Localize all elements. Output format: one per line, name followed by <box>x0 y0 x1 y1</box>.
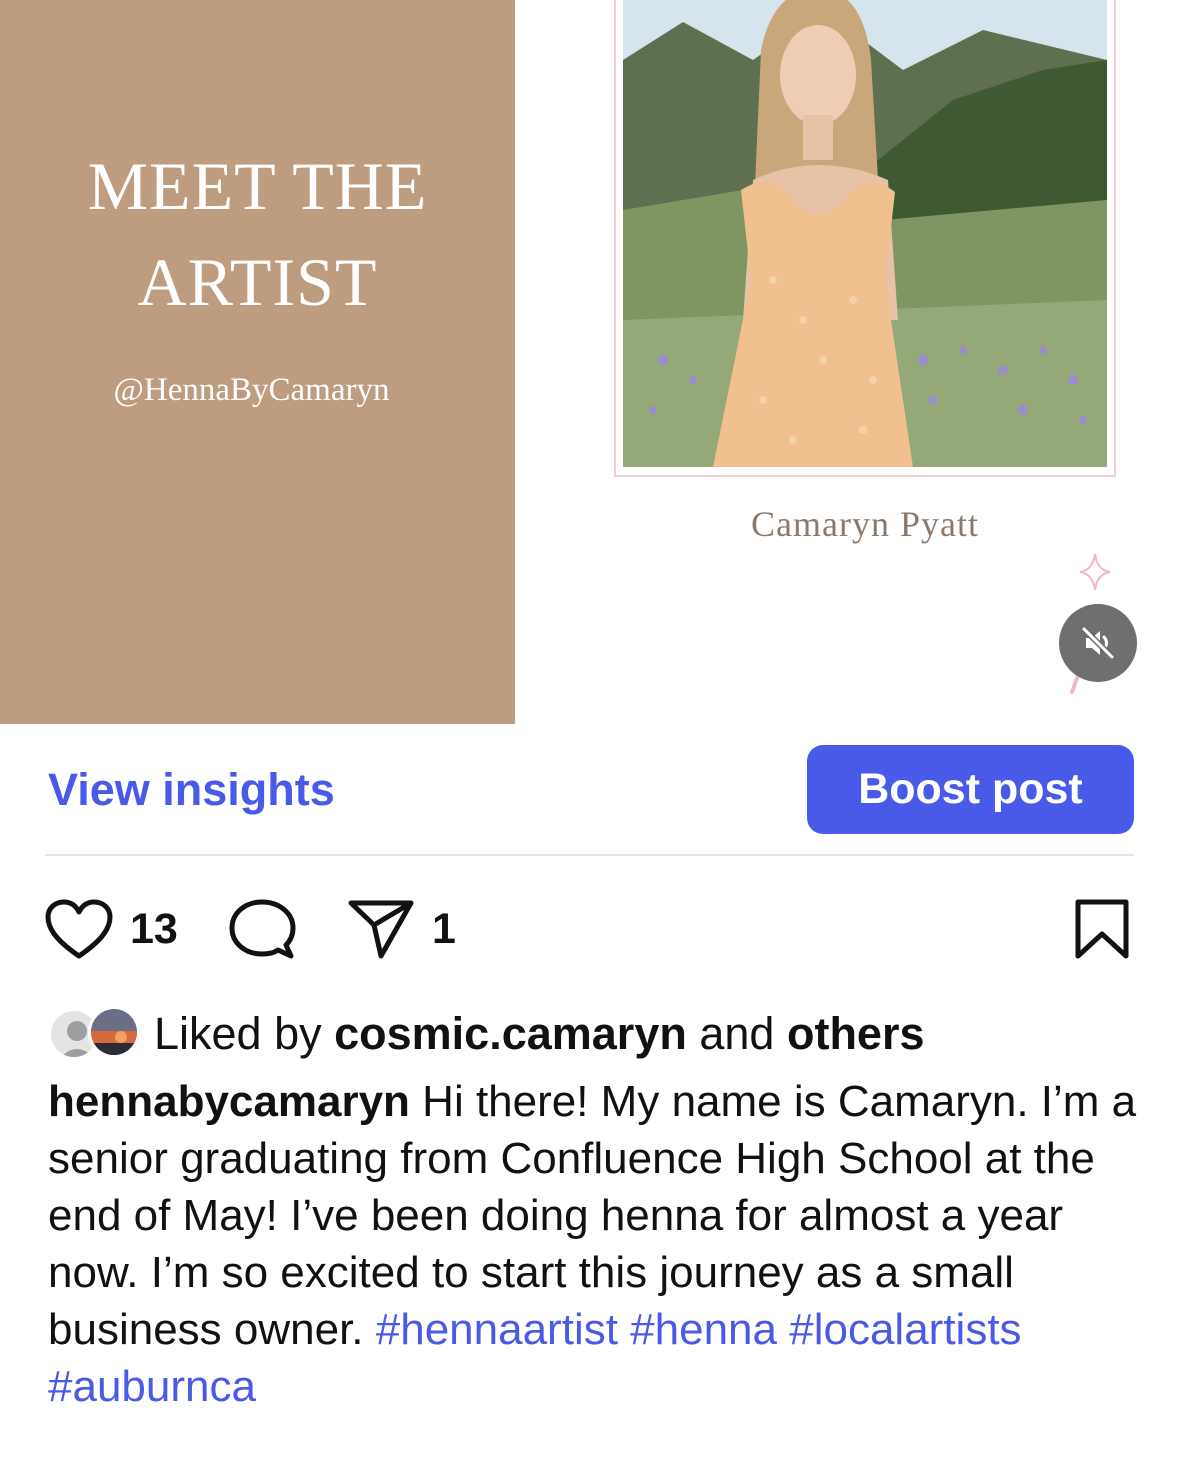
post-media[interactable]: MEET THE ARTIST @HennaByCamaryn Camaryn … <box>0 0 1179 724</box>
liked-by-username[interactable]: cosmic.camaryn <box>334 1008 687 1059</box>
post-caption: hennabycamaryn Hi there! My name is Cama… <box>48 1073 1148 1415</box>
meet-the-artist-title: MEET THE ARTIST <box>0 138 515 330</box>
like-count[interactable]: 13 <box>130 905 178 954</box>
liked-by-and: and <box>699 1008 775 1059</box>
hashtag[interactable]: #localartists <box>789 1305 1021 1354</box>
hashtag[interactable]: #henna <box>630 1305 777 1354</box>
artist-photo <box>623 0 1107 467</box>
artist-handle: @HennaByCamaryn <box>113 372 390 408</box>
caption-username[interactable]: hennabycamaryn <box>48 1077 410 1126</box>
liked-by-text: Liked by cosmic.camaryn and others <box>154 1008 925 1060</box>
speaker-muted-icon <box>1081 626 1115 660</box>
share-count[interactable]: 1 <box>432 905 456 954</box>
divider <box>45 854 1134 856</box>
bookmark-icon[interactable] <box>1074 898 1130 960</box>
liked-by-prefix: Liked by <box>154 1008 322 1059</box>
hashtag[interactable]: #auburnca <box>48 1362 256 1411</box>
sunset-avatar-icon <box>91 1009 137 1055</box>
liked-by-others[interactable]: others <box>787 1008 925 1059</box>
title-line-2: ARTIST <box>137 244 378 320</box>
share-icon[interactable] <box>347 898 415 960</box>
mute-toggle-button[interactable] <box>1059 604 1137 682</box>
meet-the-artist-panel: MEET THE ARTIST @HennaByCamaryn <box>0 0 515 724</box>
sparkle-icon <box>1079 553 1111 591</box>
title-line-1: MEET THE <box>87 148 428 224</box>
avatar[interactable] <box>88 1006 140 1058</box>
boost-post-button[interactable]: Boost post <box>807 745 1134 834</box>
artist-name: Camaryn Pyatt <box>751 504 979 544</box>
comment-icon[interactable] <box>228 898 296 962</box>
hashtag[interactable]: #hennaartist <box>376 1305 618 1354</box>
heart-icon[interactable] <box>44 899 114 961</box>
view-insights-link[interactable]: View insights <box>48 764 335 816</box>
